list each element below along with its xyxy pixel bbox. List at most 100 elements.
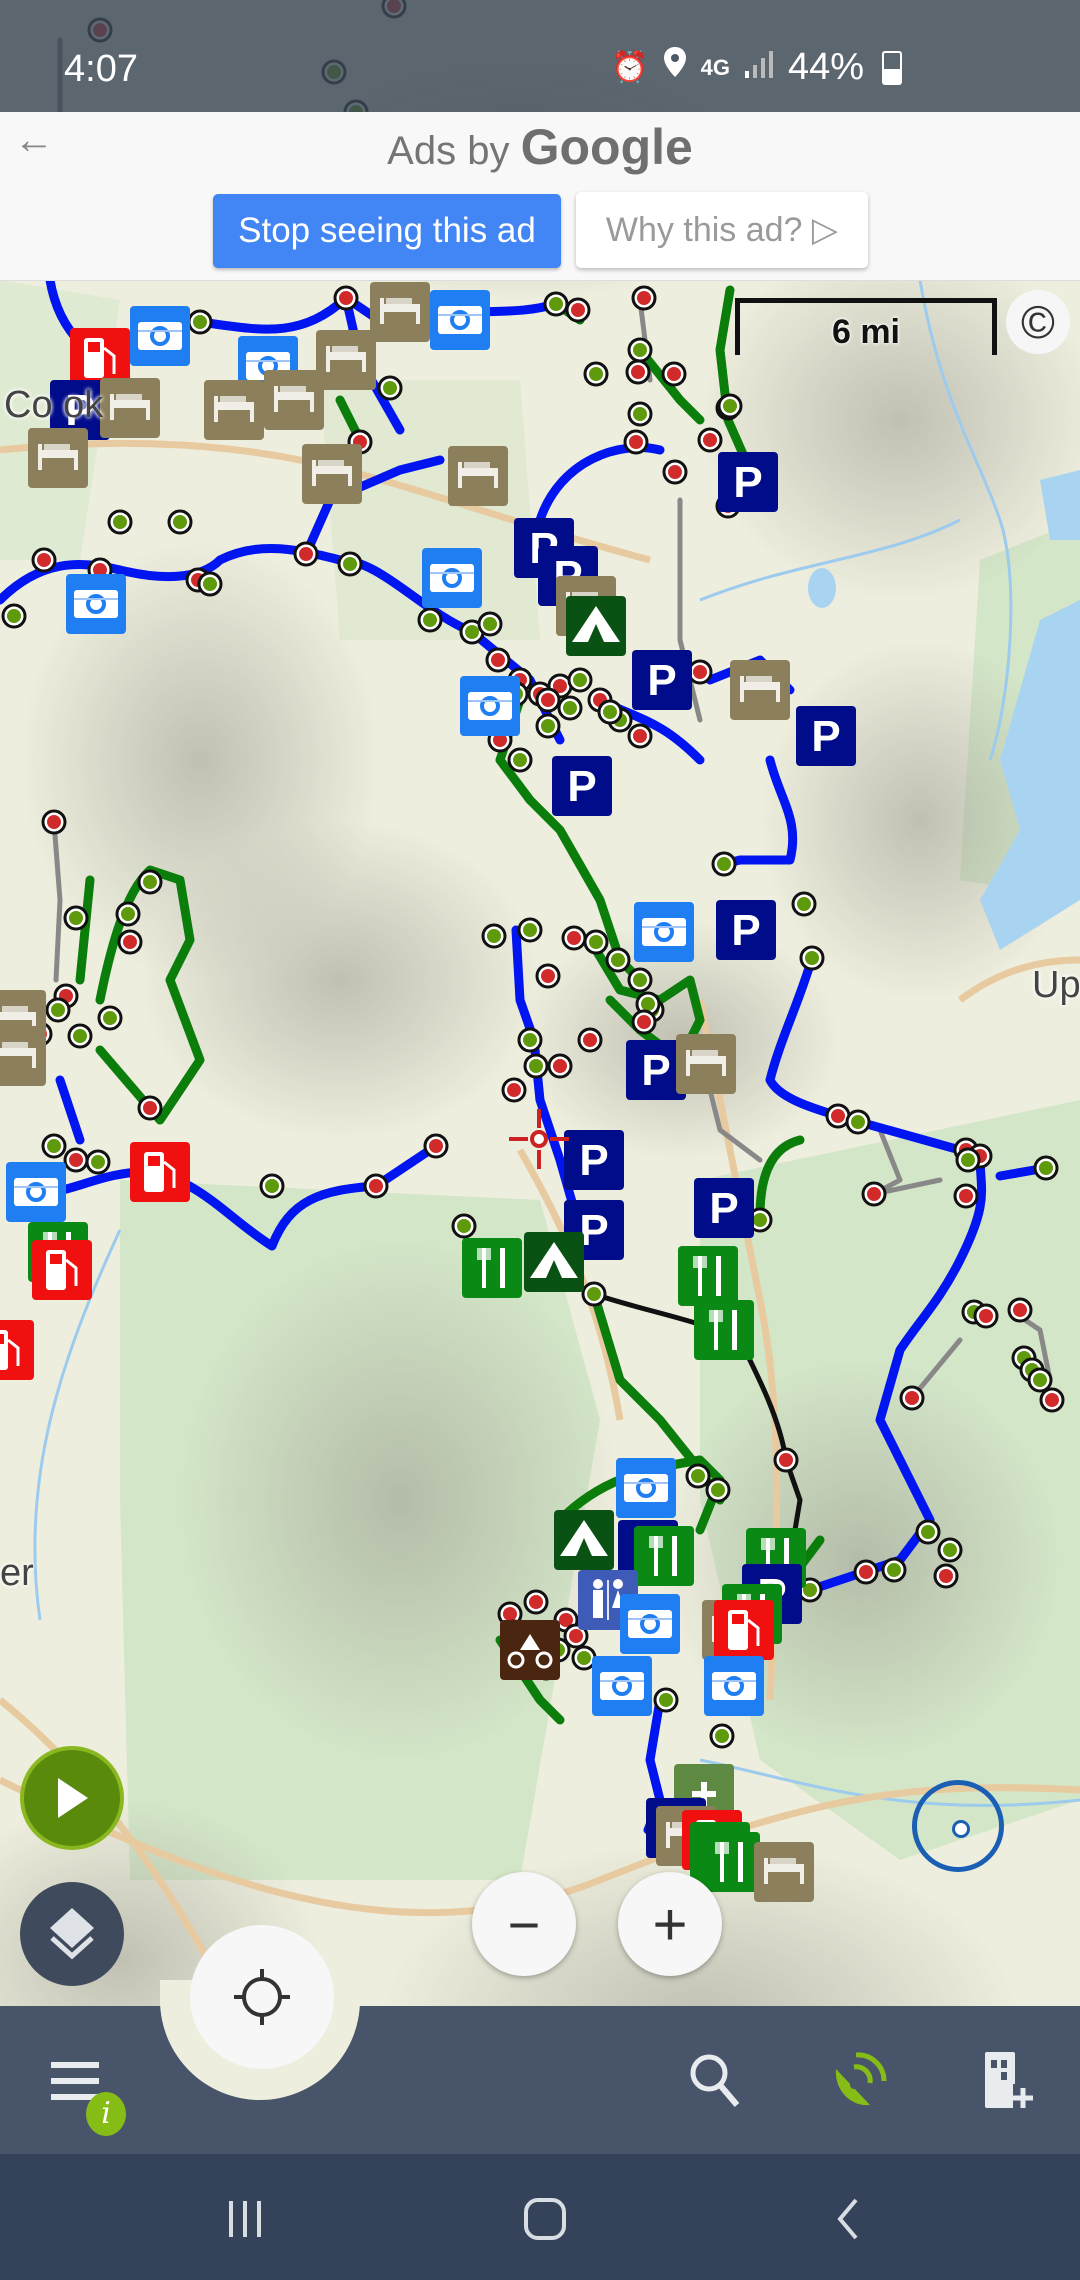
waypoint-red[interactable] [631,285,657,311]
waypoint-green[interactable] [583,929,609,955]
waypoint-green[interactable] [597,699,623,725]
zoom-out-button[interactable]: − [472,1872,576,1976]
waypoint-green[interactable] [881,1557,907,1583]
home-button[interactable] [505,2184,585,2254]
compass-icon[interactable] [912,1780,1004,1872]
poi-lodging[interactable] [0,1026,46,1086]
waypoint-green[interactable] [41,1133,67,1159]
waypoint-green[interactable] [167,509,193,535]
waypoint-red[interactable] [137,1095,163,1121]
waypoint-red[interactable] [625,359,651,385]
waypoint-green[interactable] [337,551,363,577]
poi-viewpoint[interactable] [620,1594,680,1654]
waypoint-green[interactable] [791,891,817,917]
waypoint-green[interactable] [535,713,561,739]
waypoint-green[interactable] [937,1537,963,1563]
waypoint-red[interactable] [577,1027,603,1053]
waypoint-green[interactable] [557,695,583,721]
waypoint-red[interactable] [501,1077,527,1103]
poi-lodging[interactable] [264,370,324,430]
waypoint-green[interactable] [63,905,89,931]
poi-viewpoint[interactable] [430,290,490,350]
waypoint-green[interactable] [137,869,163,895]
waypoint-red[interactable] [523,1589,549,1615]
poi-viewpoint[interactable] [130,306,190,366]
waypoint-green[interactable] [1027,1367,1053,1393]
locate-me-button[interactable] [190,1925,334,2069]
why-this-ad-button[interactable]: Why this ad? ▷ [576,192,868,268]
recent-apps-button[interactable] [210,2184,280,2254]
waypoint-red[interactable] [973,1303,999,1329]
waypoint-green[interactable] [523,1053,549,1079]
waypoint-green[interactable] [107,509,133,535]
waypoint-red[interactable] [853,1559,879,1585]
waypoint-red[interactable] [953,1183,979,1209]
waypoint-green[interactable] [571,1645,597,1671]
poi-viewpoint[interactable] [616,1458,676,1518]
waypoint-red[interactable] [1039,1387,1065,1413]
poi-lodging[interactable] [754,1842,814,1902]
waypoint-green[interactable] [481,923,507,949]
waypoint-green[interactable] [581,1281,607,1307]
waypoint-green[interactable] [915,1519,941,1545]
poi-lodging[interactable] [28,428,88,488]
add-map-button[interactable] [972,2046,1042,2116]
poi-viewpoint[interactable] [592,1656,652,1716]
poi-fuel[interactable] [32,1240,92,1300]
waypoint-red[interactable] [535,687,561,713]
waypoint-green[interactable] [583,361,609,387]
waypoint-green[interactable] [45,997,71,1023]
waypoint-green[interactable] [115,901,141,927]
waypoint-green[interactable] [717,393,743,419]
poi-atv[interactable] [500,1620,560,1680]
poi-parking[interactable]: P [716,900,776,960]
waypoint-green[interactable] [377,375,403,401]
waypoint-red[interactable] [773,1447,799,1473]
waypoint-green[interactable] [685,1463,711,1489]
poi-viewpoint[interactable] [634,902,694,962]
waypoint-red[interactable] [933,1563,959,1589]
poi-campsite[interactable] [554,1510,614,1570]
play-button[interactable] [20,1746,124,1850]
back-button[interactable] [812,2184,882,2254]
waypoint-green[interactable] [605,947,631,973]
waypoint-red[interactable] [1007,1297,1033,1323]
waypoint-green[interactable] [477,611,503,637]
waypoint-green[interactable] [85,1149,111,1175]
poi-restaurant[interactable] [462,1238,522,1298]
poi-restaurant[interactable] [700,1832,760,1892]
poi-lodging[interactable] [316,330,376,390]
waypoint-green[interactable] [67,1023,93,1049]
waypoint-green[interactable] [845,1109,871,1135]
waypoint-green[interactable] [627,401,653,427]
poi-parking[interactable]: P [632,650,692,710]
waypoint-red[interactable] [333,285,359,311]
layers-button[interactable] [20,1882,124,1986]
waypoint-green[interactable] [517,917,543,943]
waypoint-red[interactable] [623,429,649,455]
poi-lodging[interactable] [204,380,264,440]
stop-seeing-ad-button[interactable]: Stop seeing this ad [213,194,561,268]
waypoint-green[interactable] [543,291,569,317]
poi-campsite[interactable] [524,1232,584,1292]
search-button[interactable] [680,2046,750,2116]
waypoint-green[interactable] [197,571,223,597]
poi-fuel[interactable] [130,1142,190,1202]
waypoint-red[interactable] [627,723,653,749]
waypoint-red[interactable] [485,647,511,673]
waypoint-red[interactable] [423,1133,449,1159]
waypoint-red[interactable] [861,1181,887,1207]
poi-viewpoint[interactable] [704,1656,764,1716]
poi-lodging[interactable] [302,444,362,504]
waypoint-red[interactable] [117,929,143,955]
waypoint-green[interactable] [799,945,825,971]
poi-parking[interactable]: P [718,452,778,512]
poi-restaurant[interactable] [694,1300,754,1360]
waypoint-red[interactable] [631,1009,657,1035]
waypoint-green[interactable] [259,1173,285,1199]
poi-viewpoint[interactable] [66,574,126,634]
waypoint-green[interactable] [1033,1155,1059,1181]
copyright-button[interactable]: © [1006,290,1070,354]
waypoint-red[interactable] [31,547,57,573]
waypoint-red[interactable] [363,1173,389,1199]
